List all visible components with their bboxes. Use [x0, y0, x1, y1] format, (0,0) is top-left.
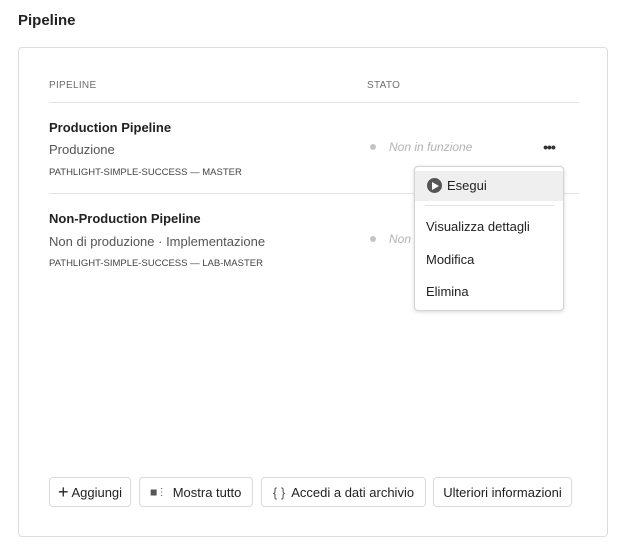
- status-dot-icon: [370, 236, 376, 242]
- pipeline-type: Produzione: [49, 142, 115, 157]
- column-header-status: STATO: [367, 80, 401, 91]
- menu-item-edit[interactable]: Modifica: [415, 245, 563, 275]
- column-header-pipeline: PIPELINE: [49, 80, 97, 91]
- pipeline-name[interactable]: Production Pipeline: [49, 120, 171, 135]
- menu-item-delete[interactable]: Elimina: [415, 277, 563, 307]
- pipeline-type: Non di produzione · Implementazione: [49, 234, 266, 249]
- divider: [49, 102, 579, 103]
- pipeline-repo: PATHLIGHT-SIMPLE-SUCCESS — LAB-MASTER: [49, 258, 263, 269]
- play-icon: [427, 178, 442, 194]
- status-text: Non in funzione: [389, 140, 473, 154]
- tree-icon: ■⋮: [150, 486, 167, 498]
- page-title: Pipeline: [18, 12, 76, 29]
- plus-icon: +: [57, 481, 69, 502]
- status-dot-icon: [370, 144, 376, 150]
- more-info-button[interactable]: Ulteriori informazioni: [433, 477, 572, 507]
- pipeline-repo: PATHLIGHT-SIMPLE-SUCCESS — MASTER: [49, 167, 242, 178]
- add-button[interactable]: + Aggiungi: [49, 477, 131, 507]
- menu-divider: [425, 205, 554, 206]
- pipeline-name[interactable]: Non-Production Pipeline: [49, 211, 201, 226]
- show-all-button[interactable]: ■⋮ Mostra tutto: [139, 477, 253, 507]
- braces-icon: { }: [272, 484, 286, 500]
- menu-item-run[interactable]: Esegui: [415, 171, 563, 201]
- more-actions-button[interactable]: •••: [538, 139, 560, 157]
- actions-menu: Esegui Visualizza dettagli Modifica Elim…: [414, 166, 564, 311]
- menu-item-view-details[interactable]: Visualizza dettagli: [415, 212, 563, 242]
- repo-access-button[interactable]: { } Accedi a dati archivio: [261, 477, 426, 507]
